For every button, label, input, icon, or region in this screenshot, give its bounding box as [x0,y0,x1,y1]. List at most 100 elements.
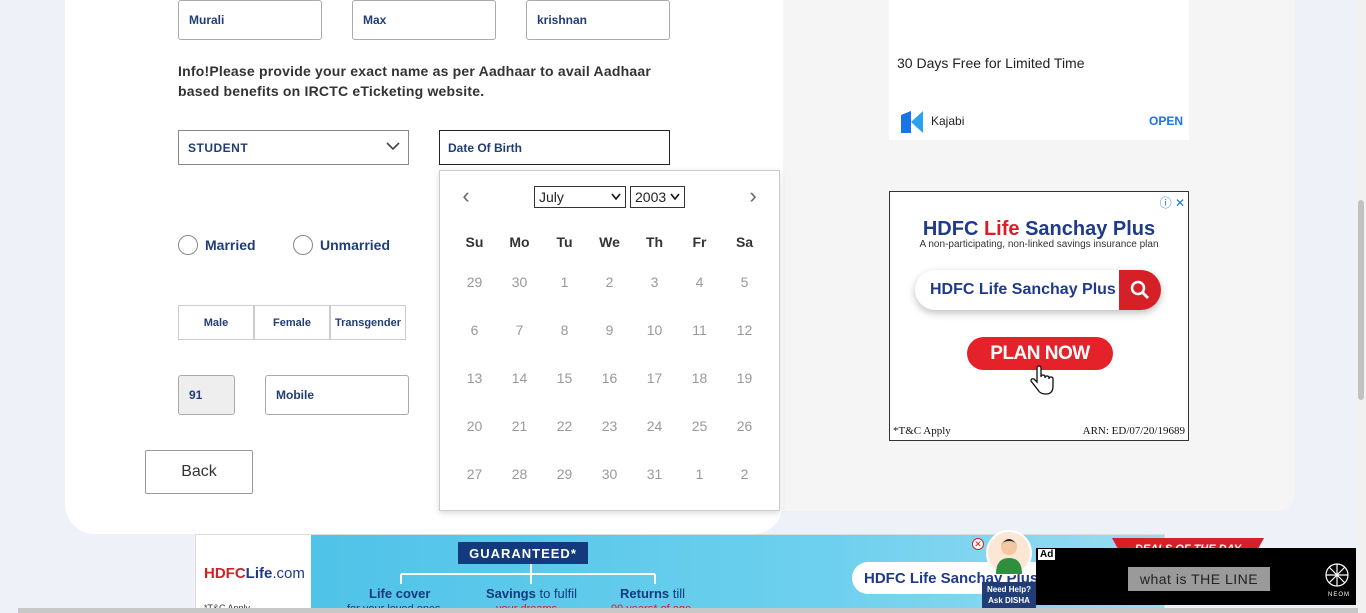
day-cell[interactable]: 14 [497,363,542,411]
disha-avatar[interactable] [986,530,1032,576]
weekday-label: Mo [509,234,530,250]
search-icon[interactable] [1119,270,1161,310]
calendar-week: 13 14 15 16 17 18 19 [452,363,767,411]
day-cell[interactable]: 31 [632,459,677,507]
hdfc-logo: HDFCLife.com *T&C Apply [196,535,311,612]
radio-married[interactable]: Married [178,235,256,255]
day-cell[interactable]: 25 [677,411,722,459]
returns-label: Returns till [620,586,685,601]
day-cell[interactable]: 7 [497,315,542,363]
neom-logo-icon [1325,563,1349,587]
country-code-input[interactable]: 91 [178,375,235,415]
middle-name-input[interactable]: Max [352,0,496,40]
gender-transgender-button[interactable]: Transgender [330,305,406,340]
kajabi-ad-text: 30 Days Free for Limited Time [897,55,1085,71]
occupation-select[interactable]: STUDENT [178,130,409,165]
day-cell[interactable]: 1 [542,267,587,315]
day-cell[interactable]: 29 [452,267,497,315]
weekday-label: Tu [556,234,573,250]
logo-part: HDFC [204,565,246,582]
gender-female-button[interactable]: Female [254,305,330,340]
disha-label: Need Help? Ask DISHA [982,582,1036,608]
radio-unmarried[interactable]: Unmarried [293,235,390,255]
life-cover-label: Life cover [369,586,431,601]
day-cell[interactable]: 22 [542,411,587,459]
day-cell[interactable]: 21 [497,411,542,459]
hdfc-banner-ad[interactable]: ⓘ ✕ HDFC Life Sanchay Plus A non-partici… [889,191,1189,441]
savings-part: Savings [486,586,536,601]
title-part: HDFC [922,218,984,240]
kajabi-brand: Kajabi [931,114,965,128]
last-name-input[interactable]: krishnan [526,0,670,40]
day-cell[interactable]: 18 [677,363,722,411]
disha-avatar-icon [996,539,1022,574]
day-cell[interactable]: 9 [587,315,632,363]
occupation-value: STUDENT [188,140,249,155]
day-cell[interactable]: 30 [497,267,542,315]
day-cell[interactable]: 30 [587,459,632,507]
day-cell[interactable]: 24 [632,411,677,459]
kajabi-open-button[interactable]: OPEN [1149,114,1183,128]
returns-part: Returns [620,586,670,601]
day-cell[interactable]: 15 [542,363,587,411]
weekday-header: Su Mo Tu We Th Fr Sa [452,227,767,257]
year-select[interactable]: 2003 [630,186,685,208]
day-cell[interactable]: 3 [632,267,677,315]
close-icon[interactable]: ✕ [972,538,984,550]
day-cell[interactable]: 29 [542,459,587,507]
back-button[interactable]: Back [145,450,253,494]
vertical-scrollbar[interactable] [1356,0,1366,613]
radio-circle[interactable] [178,235,198,255]
hdfc-ad-subtitle: A non-participating, non-linked savings … [919,239,1159,250]
prev-month-icon[interactable]: ‹ [454,185,478,209]
mobile-input[interactable]: Mobile [265,375,409,415]
horizontal-scrollbar[interactable] [18,608,1358,613]
day-cell[interactable]: 19 [722,363,767,411]
calendar-grid: Su Mo Tu We Th Fr Sa 29 30 1 2 3 4 5 6 7… [452,227,767,507]
scroll-thumb[interactable] [1358,200,1364,400]
month-select[interactable]: July [534,186,626,208]
radio-married-label: Married [205,237,256,253]
calendar-week: 6 7 8 9 10 11 12 [452,315,767,363]
day-cell[interactable]: 2 [722,459,767,507]
chevron-down-icon [386,142,400,151]
day-cell[interactable]: 28 [497,459,542,507]
logo-part: .com [272,565,305,582]
dob-input[interactable]: Date Of Birth [439,130,670,165]
day-cell[interactable]: 6 [452,315,497,363]
neom-ad-button[interactable]: what is THE LINE [1128,567,1270,591]
day-cell[interactable]: 16 [587,363,632,411]
day-cell[interactable]: 11 [677,315,722,363]
gender-male-button[interactable]: Male [178,305,254,340]
day-cell[interactable]: 13 [452,363,497,411]
radio-circle[interactable] [293,235,313,255]
day-cell[interactable]: 17 [632,363,677,411]
day-cell[interactable]: 4 [677,267,722,315]
day-cell[interactable]: 23 [587,411,632,459]
title-part: Sanchay Plus [1019,218,1156,240]
hand-cursor-icon [1030,365,1054,395]
first-name-input[interactable]: Murali [178,0,322,40]
ad-choices-icon[interactable]: ⓘ ✕ [1160,194,1185,211]
hdfc-ad-search[interactable]: HDFC Life Sanchay Plus [915,270,1161,310]
chevron-down-icon [611,193,621,201]
day-cell[interactable]: 1 [677,459,722,507]
kajabi-ad[interactable]: 30 Days Free for Limited Time Kajabi OPE… [889,0,1189,140]
next-month-icon[interactable]: › [741,185,765,209]
weekday-label: We [599,234,620,250]
hdfc-ad-search-text: HDFC Life Sanchay Plus [930,281,1116,298]
radio-unmarried-label: Unmarried [320,237,391,253]
day-cell[interactable]: 8 [542,315,587,363]
day-cell[interactable]: 2 [587,267,632,315]
day-cell[interactable]: 10 [632,315,677,363]
disha-chat-widget[interactable]: ✕ Need Help? Ask DISHA [972,530,1036,610]
day-cell[interactable]: 26 [722,411,767,459]
day-cell[interactable]: 5 [722,267,767,315]
day-cell[interactable]: 12 [722,315,767,363]
neom-ad[interactable]: Ad what is THE LINE NEOM [1036,548,1360,605]
day-cell[interactable]: 27 [452,459,497,507]
weekday-label: Su [465,234,484,250]
day-cell[interactable]: 20 [452,411,497,459]
weekday-label: Fr [692,234,707,250]
title-part: Life [983,218,1020,240]
